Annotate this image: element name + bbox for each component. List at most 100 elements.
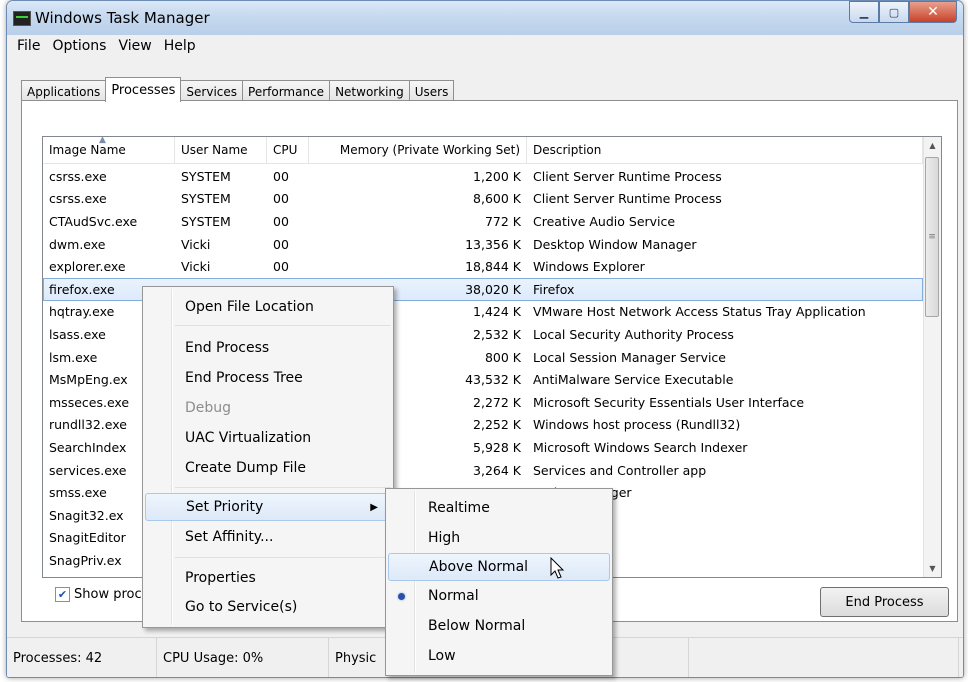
column-cpu[interactable]: CPU	[267, 137, 309, 163]
table-row[interactable]: csrss.exe SYSTEM 00 8,600 K Client Server Ru…	[43, 188, 923, 211]
cell-user: SYSTEM	[181, 213, 231, 229]
cell-desc: Creative Audio Service	[533, 213, 676, 229]
cell-desc: Desktop Window Manager	[533, 236, 697, 252]
menu-file[interactable]: File	[11, 38, 46, 54]
cell-mem: 1,200 K	[473, 168, 521, 184]
menu-create-dump-file[interactable]: Create Dump File	[145, 454, 391, 482]
vertical-scrollbar[interactable]: ▲ ≡ ▼	[923, 137, 941, 577]
end-process-button[interactable]: End Process	[820, 587, 949, 617]
cell-desc: Local Security Authority Process	[533, 326, 734, 342]
menu-open-file-location[interactable]: Open File Location	[145, 293, 391, 321]
checkbox-checked-icon: ✔	[55, 587, 70, 602]
cell-name: dwm.exe	[49, 236, 106, 252]
menu-help[interactable]: Help	[158, 38, 202, 54]
radio-selected-icon	[398, 592, 405, 600]
status-processes: Processes: 42	[7, 638, 157, 677]
minimize-icon: ▁	[859, 5, 869, 19]
menu-set-priority[interactable]: Set Priority ▶	[145, 493, 391, 521]
window-title: Windows Task Manager	[35, 9, 210, 27]
tab-applications[interactable]: Applications	[21, 80, 107, 102]
column-description[interactable]: Description	[527, 137, 923, 163]
cell-name: csrss.exe	[49, 191, 107, 207]
show-processes-label: Show proc	[74, 587, 142, 602]
table-row[interactable]: csrss.exe SYSTEM 00 1,200 K Client Server Ru…	[43, 165, 923, 188]
menu-separator	[175, 557, 391, 558]
priority-normal[interactable]: Normal	[388, 582, 610, 610]
menu-uac-virtualization[interactable]: UAC Virtualization	[145, 424, 391, 452]
menu-bar: File Options View Help	[7, 35, 963, 57]
cell-desc: Firefox	[533, 281, 575, 297]
cell-cpu: 00	[273, 168, 289, 184]
tab-processes[interactable]: Processes	[105, 77, 182, 102]
column-label: Description	[533, 143, 602, 157]
priority-above-normal[interactable]: Above Normal	[388, 553, 610, 581]
column-memory[interactable]: Memory (Private Working Set)	[309, 137, 527, 163]
column-label: CPU	[273, 143, 298, 157]
menu-view[interactable]: View	[112, 38, 157, 54]
cell-cpu: 00	[273, 259, 289, 275]
cell-name: csrss.exe	[49, 168, 107, 184]
tab-networking[interactable]: Networking	[329, 80, 410, 102]
priority-high[interactable]: High	[388, 524, 610, 552]
tab-users[interactable]: Users	[408, 80, 455, 102]
table-row[interactable]: explorer.exe Vicki 00 18,844 K Windows Explo…	[43, 255, 923, 278]
menu-end-process-tree[interactable]: End Process Tree	[145, 364, 391, 392]
menu-set-affinity[interactable]: Set Affinity...	[145, 523, 391, 551]
show-processes-checkbox[interactable]: ✔ Show proc	[55, 587, 142, 602]
menu-debug: Debug	[185, 400, 232, 416]
cell-desc: AntiMalware Service Executable	[533, 372, 734, 388]
priority-below-normal[interactable]: Below Normal	[388, 612, 610, 640]
menu-options[interactable]: Options	[46, 38, 112, 54]
priority-low[interactable]: Low	[388, 642, 610, 670]
cell-desc: Windows host process (Rundll32)	[533, 417, 741, 433]
task-manager-icon	[13, 11, 31, 26]
maximize-icon: ▢	[888, 5, 900, 19]
cell-mem: 18,844 K	[465, 259, 521, 275]
cell-desc: Microsoft Windows Search Indexer	[533, 439, 748, 455]
close-button[interactable]: ✕	[909, 1, 957, 23]
cell-user: SYSTEM	[181, 168, 231, 184]
maximize-button[interactable]: ▢	[879, 1, 909, 23]
cell-desc: Client Server Runtime Process	[533, 168, 722, 184]
cell-cpu: 00	[273, 191, 289, 207]
tab-services[interactable]: Services	[180, 80, 244, 102]
cell-desc: Local Session Manager Service	[533, 349, 726, 365]
priority-normal-label: Normal	[428, 588, 479, 604]
cell-cpu: 00	[273, 213, 289, 229]
close-icon: ✕	[927, 4, 939, 20]
sort-ascending-icon: ▲	[99, 136, 106, 145]
cell-user: Vicki	[181, 236, 211, 252]
title-bar[interactable]: Windows Task Manager ▁ ▢ ✕	[7, 1, 963, 35]
cell-mem: 772 K	[484, 213, 521, 229]
scroll-up-icon[interactable]: ▲	[924, 137, 941, 154]
column-label: Memory (Private Working Set)	[339, 143, 520, 157]
tab-performance[interactable]: Performance	[242, 80, 331, 102]
cell-desc: Microsoft Security Essentials User Inter…	[533, 394, 805, 410]
menu-separator	[175, 487, 391, 488]
column-user-name[interactable]: User Name	[175, 137, 267, 163]
cell-name: CTAudSvc.exe	[49, 213, 138, 229]
table-row[interactable]: CTAudSvc.exe SYSTEM 00 772 K Creative Audio …	[43, 210, 923, 233]
table-row[interactable]: dwm.exe Vicki 00 13,356 K Desktop Window Man…	[43, 233, 923, 256]
column-label: User Name	[181, 143, 248, 157]
scroll-thumb[interactable]: ≡	[925, 157, 939, 317]
cell-mem: 13,356 K	[465, 236, 521, 252]
status-empty-cell	[689, 638, 959, 677]
cell-desc: VMware Host Network Access Status Tray A…	[533, 304, 866, 320]
cell-user: Vicki	[181, 259, 211, 275]
priority-realtime[interactable]: Realtime	[388, 494, 610, 522]
column-image-name[interactable]: ▲ Image Name	[43, 137, 175, 163]
menu-go-to-services[interactable]: Go to Service(s)	[145, 593, 391, 621]
cell-desc: Services and Controller app	[533, 462, 707, 478]
scroll-down-icon[interactable]: ▼	[924, 560, 941, 577]
cell-mem: 8,600 K	[473, 191, 521, 207]
menu-set-priority-label: Set Priority	[186, 499, 264, 515]
cell-desc: Windows Explorer	[533, 259, 645, 275]
mouse-cursor-icon	[550, 557, 565, 579]
menu-end-process[interactable]: End Process	[145, 334, 391, 362]
menu-properties[interactable]: Properties	[145, 564, 391, 592]
submenu-arrow-icon: ▶	[370, 501, 378, 513]
minimize-button[interactable]: ▁	[849, 1, 879, 23]
menu-separator	[175, 325, 391, 326]
column-label: Image Name	[49, 143, 126, 157]
